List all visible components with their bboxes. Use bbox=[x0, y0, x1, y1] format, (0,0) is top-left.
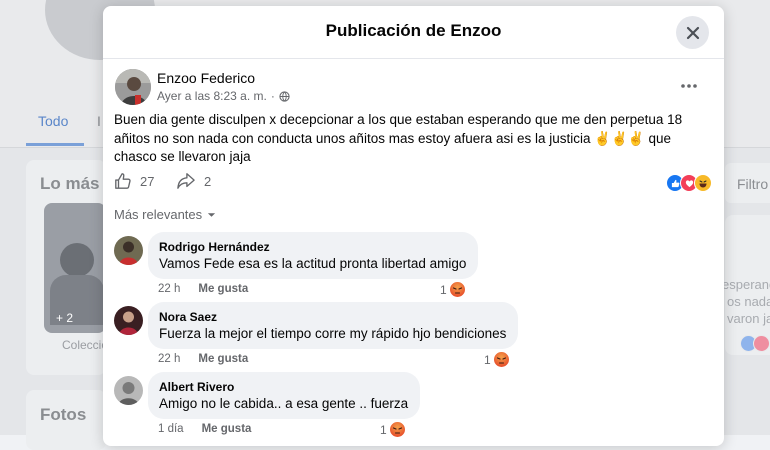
right-snippet-1: esperando bbox=[722, 277, 770, 292]
angry-face-glyph bbox=[452, 287, 462, 294]
photos-title: Fotos bbox=[40, 405, 87, 424]
reaction-count: 1 bbox=[484, 352, 491, 367]
collection-label: Coleccio bbox=[62, 338, 109, 352]
angry-reaction-icon bbox=[449, 282, 465, 297]
author-avatar[interactable] bbox=[115, 69, 151, 105]
comment-text: Fuerza la mejor el tiempo corre my rápid… bbox=[159, 326, 507, 341]
tab-partial[interactable]: I bbox=[97, 113, 101, 129]
reaction-bar: 27 2 bbox=[114, 172, 712, 194]
globe-icon bbox=[279, 90, 290, 102]
right-reaction-icons bbox=[740, 335, 770, 357]
post-text: Buen dia gente disculpen x decepcionar a… bbox=[114, 112, 683, 164]
share-icon bbox=[177, 173, 195, 189]
more-options-button[interactable] bbox=[681, 76, 697, 88]
caret-down-icon bbox=[208, 212, 216, 217]
shares-count[interactable]: 2 bbox=[204, 174, 211, 189]
close-button[interactable] bbox=[676, 16, 709, 49]
comment-actions: 22 h Me gusta bbox=[158, 283, 248, 295]
comment-actions: 22 h Me gusta bbox=[158, 353, 248, 365]
meta-separator: · bbox=[270, 89, 275, 103]
comment-like-button[interactable]: Me gusta bbox=[198, 353, 248, 365]
comment-text: Vamos Fede esa es la actitud pronta libe… bbox=[159, 256, 467, 271]
comment-reaction-count[interactable]: 1 bbox=[484, 352, 509, 367]
comment-time[interactable]: 22 h bbox=[158, 283, 180, 295]
commenter-avatar[interactable] bbox=[114, 236, 143, 265]
reaction-summary[interactable] bbox=[666, 174, 712, 192]
haha-glyph bbox=[699, 180, 707, 188]
commenter-name[interactable]: Nora Saez bbox=[159, 310, 506, 324]
likes-count[interactable]: 27 bbox=[140, 174, 154, 189]
filter-label: Filtro bbox=[737, 176, 769, 192]
more-icon bbox=[681, 84, 697, 88]
comments-sort-dropdown[interactable]: Más relevantes bbox=[114, 207, 216, 222]
sort-label: Más relevantes bbox=[114, 207, 203, 222]
comment-bubble: Albert Rivero Amigo no le cabida.. a esa… bbox=[148, 372, 421, 419]
reaction-count: 1 bbox=[440, 282, 447, 297]
comment-bubble: Rodrigo Hernández Vamos Fede esa es la a… bbox=[148, 232, 479, 279]
comment-like-button[interactable]: Me gusta bbox=[198, 283, 248, 295]
commenter-name[interactable]: Rodrigo Hernández bbox=[159, 240, 466, 254]
comment-actions: 1 día Me gusta bbox=[158, 423, 251, 435]
tab-active-indicator bbox=[26, 143, 84, 146]
like-glyph bbox=[671, 179, 679, 187]
commenter-name[interactable]: Albert Rivero bbox=[159, 380, 408, 394]
avatar-photo bbox=[114, 236, 143, 265]
comment-like-button[interactable]: Me gusta bbox=[202, 423, 252, 435]
commenter-avatar[interactable] bbox=[114, 306, 143, 335]
post-dialog: Publicación de Enzoo Enzoo Federico Ayer… bbox=[103, 6, 724, 446]
angry-face-glyph bbox=[496, 357, 506, 364]
avatar-photo bbox=[115, 69, 151, 105]
highlights-title: Lo más bbox=[40, 174, 100, 193]
right-snippet-2: os nada bbox=[727, 294, 770, 309]
right-snippet-3: varon jaja bbox=[727, 311, 770, 326]
heart-glyph bbox=[685, 179, 693, 187]
comment-reaction-count[interactable]: 1 bbox=[440, 282, 465, 297]
haha-reaction-icon bbox=[694, 174, 712, 192]
comment-time[interactable]: 22 h bbox=[158, 353, 180, 365]
thumbs-up-icon bbox=[115, 173, 131, 189]
reaction-count: 1 bbox=[380, 422, 387, 437]
love-icon bbox=[753, 335, 770, 352]
tab-todo[interactable]: Todo bbox=[38, 113, 68, 129]
post-meta: Ayer a las 8:23 a. m. · bbox=[157, 89, 290, 103]
commenter-avatar[interactable] bbox=[114, 376, 143, 405]
post-timestamp[interactable]: Ayer a las 8:23 a. m. bbox=[157, 89, 267, 103]
comment-time[interactable]: 1 día bbox=[158, 423, 184, 435]
avatar-photo bbox=[114, 306, 143, 335]
comment-bubble: Nora Saez Fuerza la mejor el tiempo corr… bbox=[148, 302, 519, 349]
comment-text: Amigo no le cabida.. a esa gente .. fuer… bbox=[159, 396, 409, 411]
photo-person-head bbox=[60, 243, 94, 277]
highlight-photo[interactable] bbox=[44, 203, 106, 333]
angry-reaction-icon bbox=[493, 352, 509, 367]
share-button[interactable]: 2 bbox=[176, 172, 211, 190]
close-icon bbox=[686, 26, 699, 39]
avatar-photo bbox=[114, 376, 143, 405]
dialog-header: Publicación de Enzoo bbox=[103, 6, 724, 59]
photo-count: + 2 bbox=[56, 311, 74, 325]
author-name[interactable]: Enzoo Federico bbox=[157, 70, 255, 86]
like-button[interactable]: 27 bbox=[114, 172, 154, 190]
dialog-title: Publicación de Enzoo bbox=[325, 21, 502, 40]
